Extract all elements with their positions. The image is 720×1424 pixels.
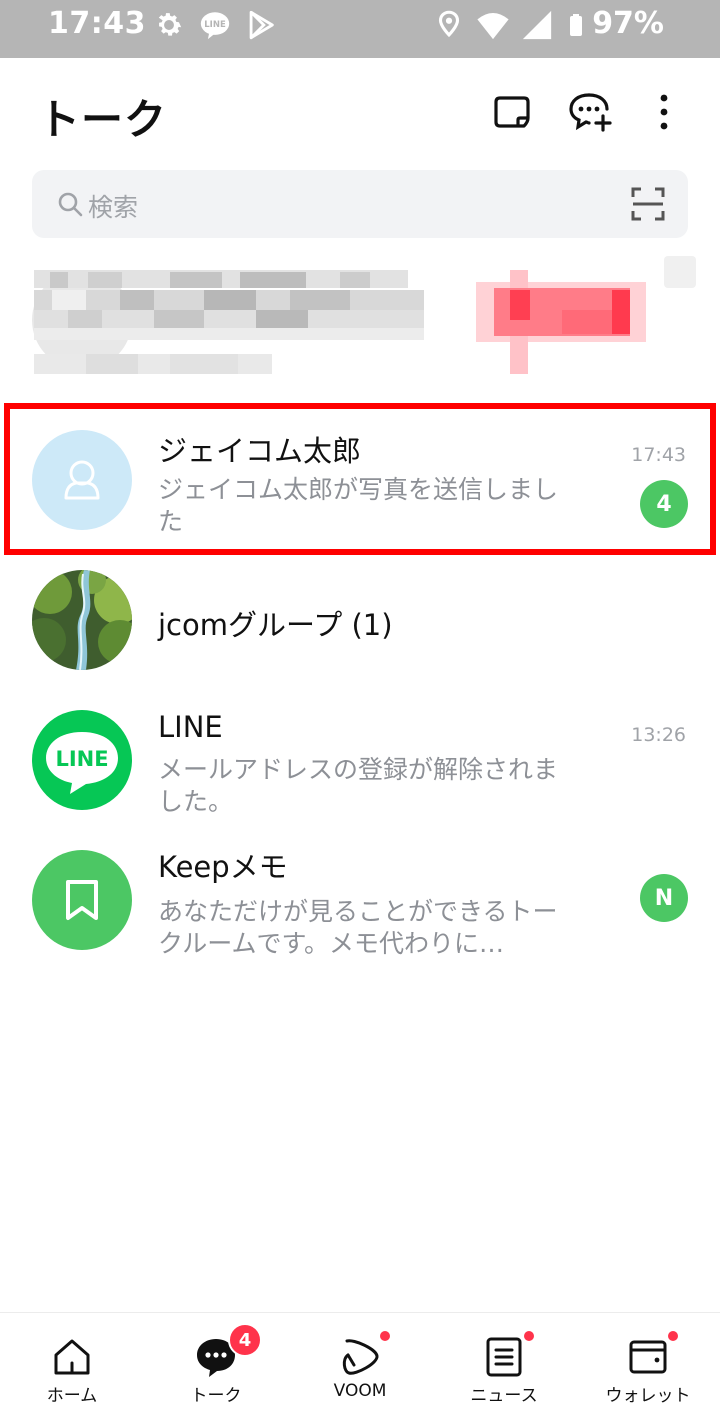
- blurred-block: [86, 354, 138, 374]
- svg-text:LINE: LINE: [204, 20, 226, 30]
- gear-icon: [158, 13, 182, 36]
- note-icon: [494, 96, 530, 128]
- blurred-block: [52, 290, 86, 310]
- nav-wallet[interactable]: ウォレット: [576, 1313, 720, 1424]
- wifi-icon: [477, 12, 509, 40]
- battery-icon: [570, 14, 582, 36]
- blurred-block: [510, 290, 530, 320]
- bookmark-icon: [66, 880, 98, 920]
- status-icons-right: [432, 8, 588, 42]
- avatar: [32, 570, 132, 670]
- status-bar: 17:43 LINE 97%: [0, 0, 720, 58]
- blurred-block: [170, 272, 222, 288]
- blurred-block: [204, 290, 256, 310]
- status-icons-left: LINE: [152, 8, 278, 42]
- nav-label: ニュース: [470, 1386, 538, 1406]
- chat-preview: メールアドレスの登録が解除されました。: [158, 755, 559, 816]
- nav-talk[interactable]: 4 トーク: [144, 1313, 288, 1424]
- blurred-block: [340, 272, 370, 288]
- voom-dot: [380, 1331, 390, 1341]
- line-logo: LINE: [46, 732, 118, 794]
- home-icon: [54, 1339, 90, 1375]
- nav-label: VOOM: [333, 1381, 387, 1401]
- talk-unread-badge: 4: [228, 1323, 262, 1357]
- more-vertical-icon: [660, 94, 668, 130]
- nav-voom[interactable]: VOOM: [288, 1313, 432, 1424]
- chat-name: Keepメモ: [158, 850, 288, 884]
- blurred-block: [256, 310, 308, 328]
- signal-icon: [522, 10, 552, 40]
- news-icon: [486, 1337, 522, 1377]
- nav-label: ホーム: [46, 1386, 98, 1406]
- qr-scan-icon[interactable]: [630, 186, 666, 222]
- search-placeholder: 検索: [88, 193, 139, 222]
- header: トーク: [0, 58, 720, 168]
- blurred-block: [68, 310, 102, 328]
- chat-row-line[interactable]: LINE LINE メールアドレスの登録が解除されました。 13:26: [0, 690, 720, 822]
- search-input[interactable]: 検索: [32, 170, 688, 238]
- nav-news[interactable]: ニュース: [432, 1313, 576, 1424]
- chat-preview: あなただけが見ることができるトークルームです。メモ代わりに…: [158, 897, 558, 958]
- waterfall-photo: [32, 570, 132, 670]
- blurred-block: [34, 328, 424, 340]
- blurred-block: [562, 310, 612, 334]
- blurred-block: [290, 290, 350, 310]
- new-badge: N: [640, 874, 688, 922]
- chat-row-keep-memo[interactable]: Keepメモ あなただけが見ることができるトークルームです。メモ代わりに… N: [0, 830, 720, 962]
- new-chat-icon: [569, 93, 612, 132]
- news-dot: [524, 1331, 534, 1341]
- blurred-block: [664, 256, 696, 288]
- line-app-icon: LINE: [200, 12, 230, 40]
- voom-icon: [342, 1339, 379, 1375]
- blurred-block: [88, 272, 122, 288]
- battery-percent: 97%: [592, 6, 664, 41]
- chat-time: 13:26: [631, 724, 686, 746]
- more-button[interactable]: [640, 88, 688, 136]
- new-chat-button[interactable]: [566, 88, 614, 136]
- wallet-icon: [629, 1340, 667, 1374]
- blurred-block: [170, 354, 238, 374]
- nav-label: トーク: [190, 1386, 242, 1406]
- highlight-frame: [4, 403, 716, 555]
- avatar: [32, 850, 132, 950]
- play-store-icon: [249, 10, 274, 40]
- status-time: 17:43: [48, 6, 146, 41]
- page-title: トーク: [38, 95, 168, 144]
- blurred-block: [154, 310, 204, 328]
- blurred-block: [120, 290, 154, 310]
- blurred-block: [612, 290, 630, 334]
- bottom-nav: ホーム 4 トーク VOOM ニュース ウォレット: [0, 1312, 720, 1424]
- blurred-block: [240, 272, 306, 288]
- location-pin-icon: [438, 10, 460, 38]
- chat-name: LINE: [158, 710, 223, 744]
- wallet-dot: [668, 1331, 678, 1341]
- nav-label: ウォレット: [605, 1386, 691, 1406]
- chat-row-jcom-group[interactable]: jcomグループ (1): [0, 550, 720, 682]
- search-icon: [58, 192, 83, 217]
- chat-name: jcomグループ (1): [158, 608, 393, 642]
- blurred-block: [50, 272, 68, 288]
- nav-home[interactable]: ホーム: [0, 1313, 144, 1424]
- blurred-chat-row[interactable]: [0, 250, 720, 390]
- avatar: LINE: [32, 710, 132, 810]
- note-button[interactable]: [488, 88, 536, 136]
- line-logo-text: LINE: [55, 747, 108, 771]
